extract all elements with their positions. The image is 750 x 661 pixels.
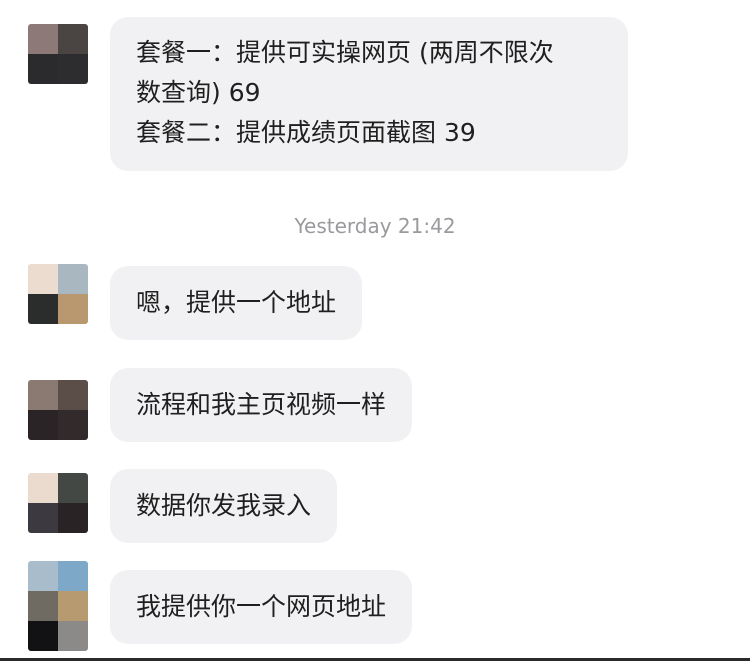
- message-bubble[interactable]: 套餐一：提供可实操网页 (两周不限次 数查询) 69 套餐二：提供成绩页面截图 …: [110, 17, 628, 171]
- message-bubble[interactable]: 数据你发我录入: [110, 469, 338, 543]
- avatar[interactable]: [28, 380, 88, 440]
- timestamp: Yesterday 21:42: [294, 214, 456, 238]
- chat-thread: 套餐一：提供可实操网页 (两周不限次 数查询) 69 套餐二：提供成绩页面截图 …: [0, 0, 750, 661]
- message-text: 我提供你一个网页地址: [136, 592, 387, 621]
- message-text: 数查询) 69: [136, 78, 261, 107]
- message-text: 套餐一：提供可实操网页 (两周不限次: [136, 38, 554, 67]
- message-text: 数据你发我录入: [136, 491, 312, 520]
- avatar[interactable]: [28, 561, 88, 651]
- avatar[interactable]: [28, 264, 88, 324]
- message-text: 套餐二：提供成绩页面截图 39: [136, 118, 476, 147]
- message-bubble[interactable]: 我提供你一个网页地址: [110, 570, 413, 644]
- message-text: 流程和我主页视频一样: [136, 390, 387, 419]
- avatar[interactable]: [28, 473, 88, 533]
- message-bubble[interactable]: 流程和我主页视频一样: [110, 368, 413, 442]
- message-bubble[interactable]: 嗯，提供一个地址: [110, 266, 363, 340]
- message-text: 嗯，提供一个地址: [136, 288, 337, 317]
- avatar[interactable]: [28, 24, 88, 84]
